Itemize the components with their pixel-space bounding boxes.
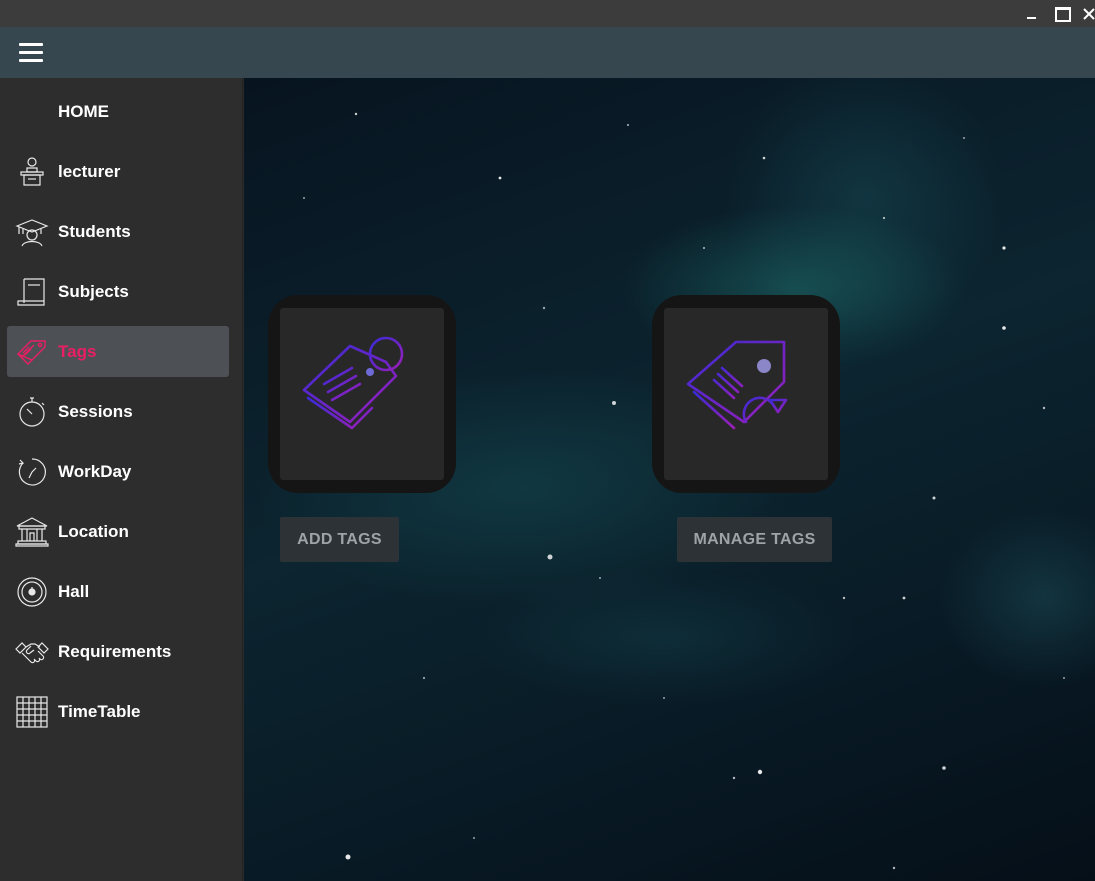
tag-icon [16, 340, 46, 365]
sidebar-item-subjects[interactable]: Subjects [7, 266, 229, 317]
close-button[interactable] [1078, 3, 1095, 23]
close-icon [1083, 8, 1095, 20]
sidebar-item-requirements[interactable]: Requirements [7, 626, 229, 677]
stopwatch-icon [19, 397, 45, 427]
sidebar-item-label: Subjects [58, 282, 129, 301]
building-columns-icon [15, 517, 49, 547]
manage-tags-tile[interactable] [652, 295, 840, 493]
sidebar-item-label: Location [58, 522, 129, 541]
sidebar-item-location[interactable]: Location [7, 506, 229, 557]
sidebar-item-label: HOME [58, 102, 109, 121]
menu-toggle-button[interactable] [18, 41, 44, 63]
sidebar-item-hall[interactable]: Hall [7, 566, 229, 617]
sidebar: HOME lecturer Students Subjects Tags Ses… [0, 78, 243, 881]
sidebar-item-label: Requirements [58, 642, 172, 661]
sidebar-item-label: Sessions [58, 402, 133, 421]
graduate-student-icon [15, 219, 49, 247]
grid-calendar-icon [16, 696, 48, 728]
app-bar [0, 27, 1095, 78]
sidebar-item-workday[interactable]: WorkDay [7, 446, 229, 497]
sidebar-item-label: Students [58, 222, 131, 241]
target-circle-icon [17, 577, 47, 607]
handshake-icon [15, 642, 49, 664]
manage-tag-icon [686, 340, 788, 430]
sidebar-item-timetable[interactable]: TimeTable [7, 686, 229, 737]
sidebar-item-label: lecturer [58, 162, 121, 181]
tile-panel [280, 308, 444, 480]
lecturer-podium-icon [20, 157, 44, 186]
sidebar-item-home[interactable]: HOME [7, 86, 229, 137]
maximize-button[interactable] [1050, 3, 1072, 23]
main-content: ADD TAGS MANAGE TAGS [244, 78, 1095, 881]
clock-icon [18, 458, 46, 486]
sidebar-item-lecturer[interactable]: lecturer [7, 146, 229, 197]
add-tags-tile[interactable] [268, 295, 456, 493]
add-tags-button[interactable]: ADD TAGS [280, 517, 399, 562]
sidebar-item-label: Tags [58, 342, 97, 361]
sidebar-item-tags[interactable]: Tags [7, 326, 229, 377]
scroll-document-icon [17, 278, 45, 306]
minimize-button[interactable] [1021, 3, 1043, 23]
add-tag-icon [302, 336, 404, 430]
sidebar-item-sessions[interactable]: Sessions [7, 386, 229, 437]
sidebar-item-label: TimeTable [58, 702, 141, 721]
sidebar-item-label: WorkDay [58, 462, 132, 481]
window-titlebar [0, 0, 1095, 27]
sidebar-item-students[interactable]: Students [7, 206, 229, 257]
manage-tags-button[interactable]: MANAGE TAGS [677, 517, 832, 562]
sidebar-item-label: Hall [58, 582, 90, 601]
tile-panel [664, 308, 828, 480]
